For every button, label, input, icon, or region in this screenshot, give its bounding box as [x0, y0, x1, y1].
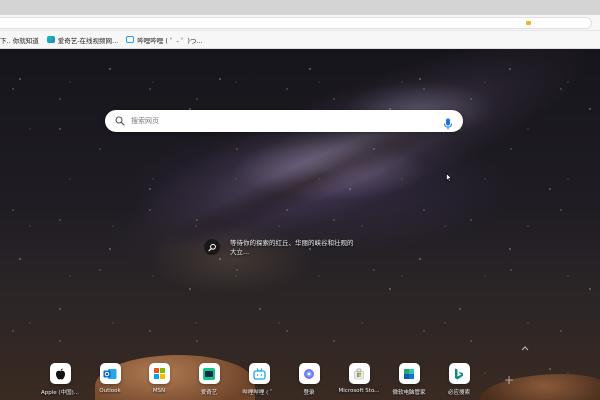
quick-link-label: 登录	[303, 390, 315, 396]
mouse-cursor-icon	[446, 173, 452, 182]
bookmark-label: 哔哩哔哩 ( ゜- ゜)つ...	[137, 36, 203, 45]
bookmark-iqiyi[interactable]: 爱奇艺-在线视频网...	[46, 33, 119, 47]
quick-link-msn[interactable]: MSN	[131, 363, 187, 394]
quick-link-bing[interactable]: 必应搜索	[431, 363, 487, 396]
msn-icon	[148, 363, 170, 384]
tab-strip	[0, 0, 600, 15]
microphone-icon[interactable]	[443, 115, 453, 130]
iqiyi-icon	[198, 363, 220, 384]
add-shortcut-icon[interactable]: +	[504, 374, 514, 386]
quick-link-label: Apple (中国)...	[41, 390, 79, 396]
bookmark-label: 下.. 你就知道	[0, 36, 39, 45]
quick-link-outlook[interactable]: Outlook	[82, 363, 138, 394]
bilibili-icon	[248, 363, 270, 384]
bookmark-baidu[interactable]: 下.. 你就知道	[0, 33, 39, 47]
image-caption: 等待你的探索的红丘、华丽的峡谷和壮观的大立...	[230, 239, 354, 256]
quick-link-bilibili[interactable]: 哔哩哔哩 ( ゜	[231, 363, 287, 396]
image-info[interactable]: 等待你的探索的红丘、华丽的峡谷和壮观的大立...	[204, 239, 364, 257]
quick-link-label: Outlook	[99, 388, 121, 394]
quick-link-label: 微软电脑管家	[392, 390, 426, 396]
background-stars	[0, 49, 600, 400]
bookmark-bilibili[interactable]: 哔哩哔哩 ( ゜- ゜)つ...	[126, 33, 203, 47]
bookmarks-bar: 下.. 你就知道 爱奇艺-在线视频网... 哔哩哔哩 ( ゜- ゜)つ...	[0, 31, 600, 49]
quick-link-apple[interactable]: Apple (中国)...	[32, 363, 88, 396]
search-box[interactable]	[105, 110, 463, 132]
bookmark-label: 爱奇艺-在线视频网...	[57, 36, 119, 45]
quick-link-label: Microsoft Sto...	[338, 388, 380, 394]
quick-link-login[interactable]: 登录	[281, 363, 337, 396]
video-icon	[46, 36, 55, 43]
visual-search-icon[interactable]	[204, 239, 220, 255]
favorites-star-icon[interactable]	[526, 21, 531, 25]
quick-link-label: MSN	[152, 388, 166, 394]
quick-link-label: 必应搜索	[447, 390, 470, 396]
chevron-up-icon[interactable]	[521, 345, 529, 351]
quick-link-label: 哔哩哔哩 ( ゜	[242, 390, 276, 396]
quick-link-pc-manager[interactable]: 微软电脑管家	[381, 363, 437, 396]
bing-icon	[448, 363, 470, 384]
apple-icon	[49, 363, 71, 384]
url-field[interactable]	[0, 17, 592, 29]
copilot-icon	[298, 363, 320, 384]
search-icon	[115, 116, 125, 126]
pc-manager-icon	[398, 363, 420, 384]
bilibili-icon	[126, 36, 135, 43]
address-bar	[0, 15, 600, 31]
new-tab-page: 等待你的探索的红丘、华丽的峡谷和壮观的大立... Apple (中国)...	[0, 49, 600, 400]
quick-link-microsoft-store[interactable]: Microsoft Sto...	[331, 363, 387, 394]
quick-link-iqiyi[interactable]: 爱奇艺	[181, 363, 237, 396]
store-icon	[348, 363, 370, 384]
search-input[interactable]	[131, 113, 443, 129]
outlook-icon	[99, 363, 121, 384]
quick-link-label: 爱奇艺	[200, 390, 218, 396]
